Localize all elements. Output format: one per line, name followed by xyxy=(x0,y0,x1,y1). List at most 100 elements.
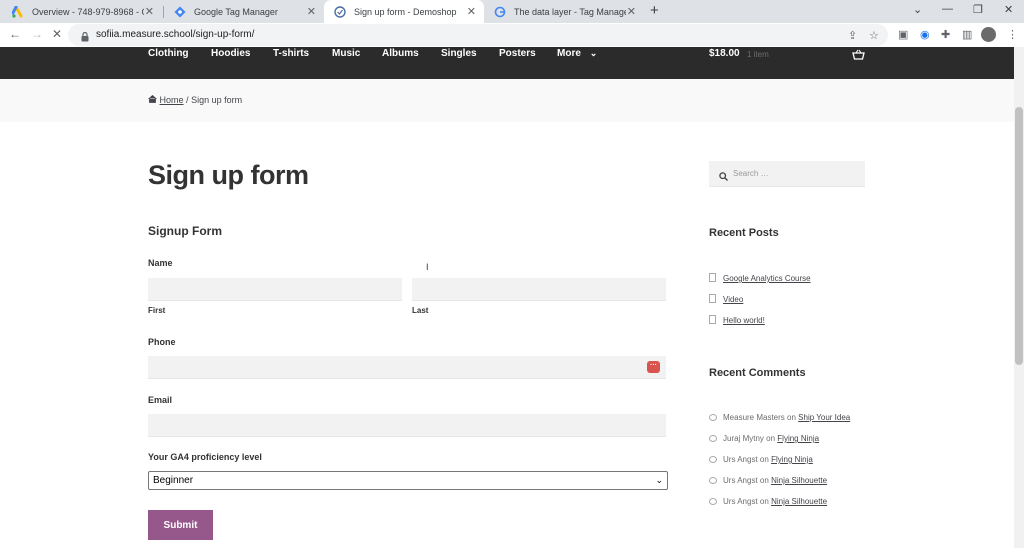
side-panel-icon[interactable]: ▥ xyxy=(962,28,972,41)
comment-on: on xyxy=(759,455,769,464)
comment-on: on xyxy=(759,476,769,485)
avatar[interactable] xyxy=(981,27,996,42)
document-icon xyxy=(709,315,716,324)
tab-gtm[interactable]: Google Tag Manager ✕ xyxy=(164,0,324,23)
comment-post-link[interactable]: Flying Ninja xyxy=(771,455,813,464)
comment-post-link[interactable]: Ninja Silhouette xyxy=(771,497,827,506)
gtm-icon xyxy=(174,6,186,18)
new-tab-plus-icon[interactable]: + xyxy=(650,2,659,19)
document-icon xyxy=(709,294,716,303)
close-icon[interactable]: ✕ xyxy=(145,5,154,18)
tab-title: The data layer - Tag Manager He xyxy=(514,6,626,17)
tab-google-ads[interactable]: Overview - 748-979-8968 - Goo ✕ xyxy=(2,0,162,23)
autofill-dots-icon[interactable]: ··· xyxy=(647,361,660,373)
scrollbar-thumb[interactable] xyxy=(1015,107,1023,365)
comment-post-link[interactable]: Ship Your Idea xyxy=(798,413,850,422)
cart-item-count[interactable]: 1 item xyxy=(747,50,769,59)
nav-item-posters[interactable]: Posters xyxy=(499,48,536,59)
submit-button[interactable]: Submit xyxy=(148,510,213,540)
comment-bubble-icon xyxy=(709,498,717,505)
post-link[interactable]: Hello world! xyxy=(723,316,765,325)
breadcrumb-current: Sign up form xyxy=(191,95,243,105)
close-icon[interactable]: ✕ xyxy=(307,5,316,18)
last-name-sublabel: Last xyxy=(412,306,429,315)
page-title: Sign up form xyxy=(148,160,309,190)
cart-total[interactable]: $18.00 xyxy=(709,48,740,59)
proficiency-label: Your GA4 proficiency level xyxy=(148,452,262,462)
comment-on: on xyxy=(766,434,776,443)
form-title: Signup Form xyxy=(148,224,222,238)
list-item: Measure Masters on Ship Your Idea xyxy=(709,413,850,422)
nav-item-singles[interactable]: Singles xyxy=(441,48,477,59)
list-item: Video xyxy=(709,294,743,304)
comment-bubble-icon xyxy=(709,435,717,442)
phone-label: Phone xyxy=(148,337,176,347)
first-name-input[interactable] xyxy=(148,278,402,301)
comment-post-link[interactable]: Flying Ninja xyxy=(777,434,819,443)
proficiency-select[interactable]: Beginner ⌄ xyxy=(148,471,668,490)
recent-posts-title: Recent Posts xyxy=(709,227,779,239)
post-link[interactable]: Google Analytics Course xyxy=(723,274,811,283)
close-icon[interactable]: ✕ xyxy=(467,5,476,18)
breadcrumb-bar: Home / Sign up form xyxy=(0,79,1014,122)
basket-icon[interactable] xyxy=(852,47,865,65)
email-label: Email xyxy=(148,395,173,405)
minimize-icon[interactable]: — xyxy=(942,3,953,15)
search-input[interactable]: Search … xyxy=(709,161,865,187)
lock-icon xyxy=(81,29,89,47)
list-item: Google Analytics Course xyxy=(709,273,811,283)
tab-title: Sign up form - Demoshop xyxy=(354,6,457,17)
nav-item-more[interactable]: More ⌄ xyxy=(557,48,597,59)
search-icon xyxy=(719,168,728,186)
phone-input[interactable] xyxy=(148,356,666,379)
comment-author: Measure Masters xyxy=(723,413,785,422)
recent-comments-title: Recent Comments xyxy=(709,367,806,379)
comment-bubble-icon xyxy=(709,414,717,421)
extension-icon[interactable]: ▣ xyxy=(898,28,908,41)
home-icon xyxy=(148,94,160,105)
list-item: Urs Angst on Ninja Silhouette xyxy=(709,476,827,485)
extension-gtm-icon[interactable]: ◉ xyxy=(920,28,930,41)
tab-data-layer[interactable]: The data layer - Tag Manager He ✕ xyxy=(484,0,644,23)
url-text: sofiia.measure.school/sign-up-form/ xyxy=(96,29,255,40)
maximize-icon[interactable]: ❐ xyxy=(973,3,983,16)
browser-tab-bar: Overview - 748-979-8968 - Goo ✕ Google T… xyxy=(0,0,1024,23)
close-icon[interactable]: ✕ xyxy=(627,5,636,18)
last-name-input[interactable] xyxy=(412,278,666,301)
post-link[interactable]: Video xyxy=(723,295,743,304)
nav-more-label: More xyxy=(557,48,581,59)
nav-item-tshirts[interactable]: T-shirts xyxy=(273,48,309,59)
window-close-icon[interactable]: ✕ xyxy=(1004,3,1013,16)
proficiency-selected-value: Beginner xyxy=(153,475,194,486)
tab-sign-up-form[interactable]: Sign up form - Demoshop ✕ xyxy=(324,0,484,23)
nav-item-clothing[interactable]: Clothing xyxy=(148,48,189,59)
chevron-down-icon[interactable]: ⌄ xyxy=(913,3,922,16)
page-scrollbar[interactable] xyxy=(1014,47,1024,548)
address-bar[interactable]: sofiia.measure.school/sign-up-form/ ⇪ ☆ xyxy=(68,24,888,46)
back-arrow-icon[interactable]: ← xyxy=(9,27,21,41)
comment-author: Urs Angst xyxy=(723,455,758,464)
menu-kebab-icon[interactable]: ⋮ xyxy=(1007,28,1018,41)
comment-author: Urs Angst xyxy=(723,497,758,506)
nav-item-albums[interactable]: Albums xyxy=(382,48,419,59)
list-item: Urs Angst on Flying Ninja xyxy=(709,455,813,464)
extensions-puzzle-icon[interactable]: ✚ xyxy=(941,28,950,41)
list-item: Juraj Mytny on Flying Ninja xyxy=(709,434,819,443)
breadcrumb-home-link[interactable]: Home xyxy=(160,95,184,105)
forward-arrow-icon[interactable]: → xyxy=(31,27,43,41)
list-item: Urs Angst on Ninja Silhouette xyxy=(709,497,827,506)
comment-post-link[interactable]: Ninja Silhouette xyxy=(771,476,827,485)
tab-title: Overview - 748-979-8968 - Goo xyxy=(32,6,144,17)
comment-on: on xyxy=(759,497,769,506)
nav-item-music[interactable]: Music xyxy=(332,48,360,59)
stop-loading-icon[interactable]: ✕ xyxy=(52,27,62,41)
breadcrumb: Home / Sign up form xyxy=(148,94,243,105)
search-placeholder: Search … xyxy=(733,169,769,178)
nav-item-hoodies[interactable]: Hoodies xyxy=(211,48,250,59)
tab-title: Google Tag Manager xyxy=(194,6,278,17)
email-input[interactable] xyxy=(148,414,666,437)
comment-on: on xyxy=(787,413,796,422)
bookmark-star-icon[interactable]: ☆ xyxy=(869,29,879,42)
share-icon[interactable]: ⇪ xyxy=(848,29,857,42)
chevron-down-icon: ⌄ xyxy=(655,475,663,485)
